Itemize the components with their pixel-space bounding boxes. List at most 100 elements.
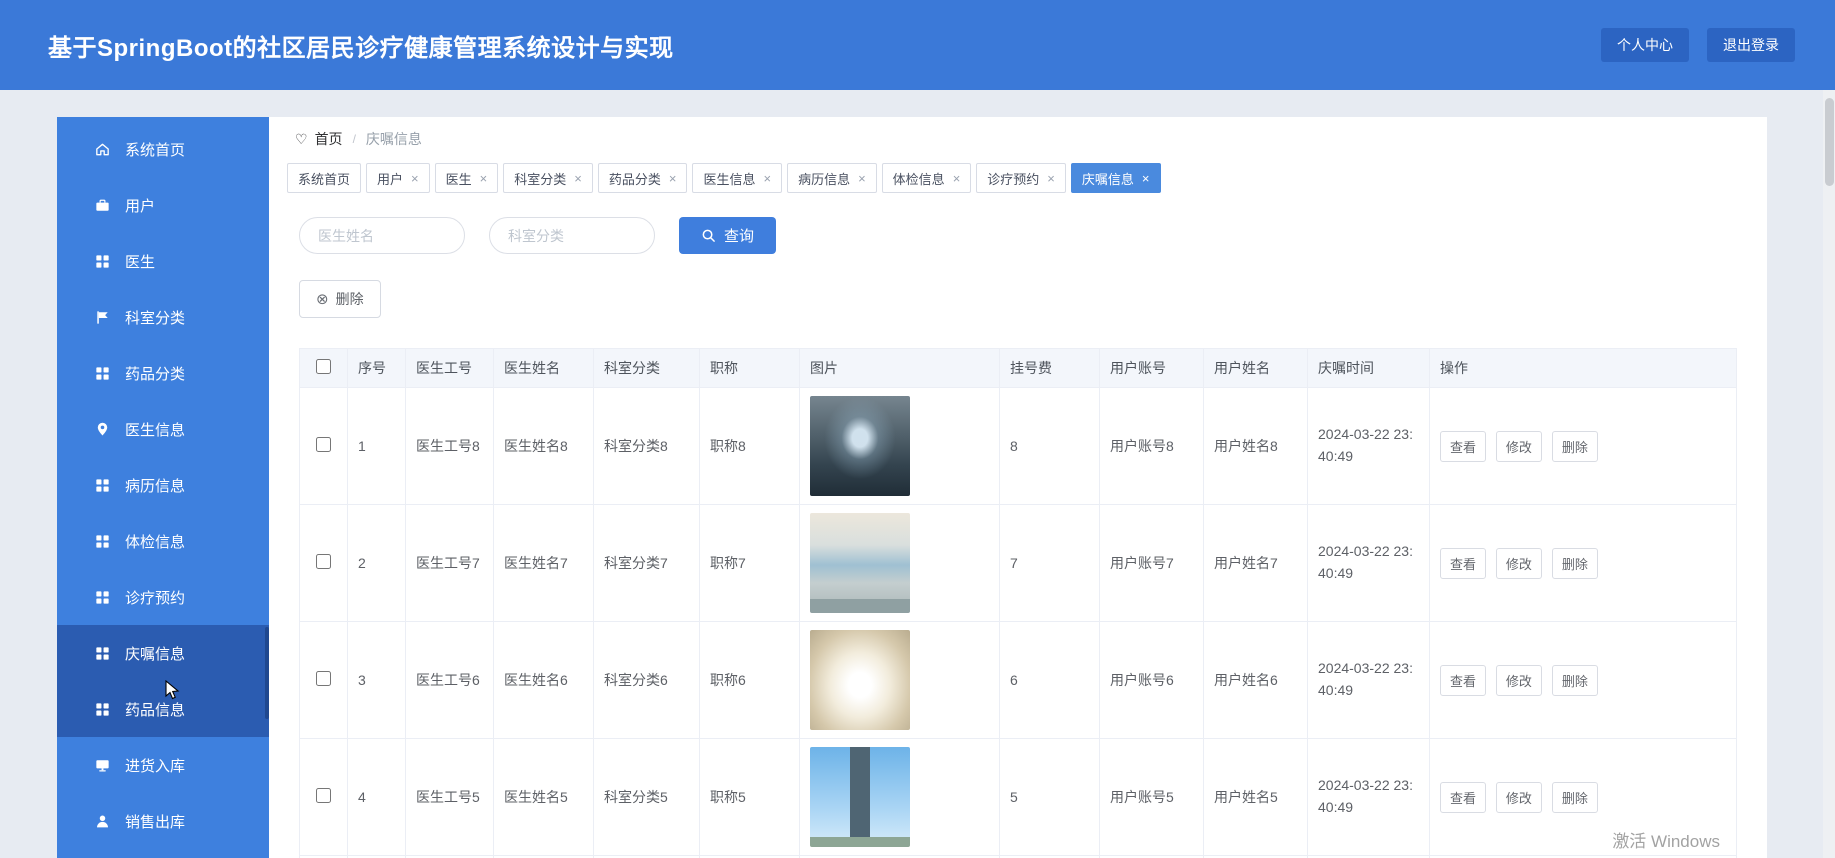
grid-icon <box>93 644 111 662</box>
doctor-photo <box>810 396 910 496</box>
cell-time: 2024-03-22 23:40:49 <box>1307 738 1430 856</box>
table-header-row: 序号 医生工号 医生姓名 科室分类 职称 图片 挂号费 用户账号 用户姓名 庆嘱… <box>299 348 1737 388</box>
tab-doctor-advice[interactable]: 庆嘱信息 × <box>1070 163 1161 193</box>
doctor-name-input[interactable] <box>299 217 465 254</box>
col-title: 职称 <box>699 348 800 388</box>
cell-no: 1 <box>347 387 406 505</box>
cell-dept: 科室分类8 <box>593 387 700 505</box>
sidebar-item-medical-records[interactable]: 病历信息 <box>57 457 269 513</box>
col-username: 用户姓名 <box>1203 348 1308 388</box>
batch-delete-button[interactable]: ⊗ 删除 <box>299 280 381 318</box>
edit-button[interactable]: 修改 <box>1495 430 1542 462</box>
select-all-cell <box>299 348 348 388</box>
view-button[interactable]: 查看 <box>1440 781 1487 813</box>
cell-username: 用户姓名8 <box>1203 387 1308 505</box>
close-icon[interactable]: × <box>669 171 677 186</box>
row-checkbox[interactable] <box>316 788 331 803</box>
tab-label: 医生 <box>445 171 472 187</box>
close-icon[interactable]: × <box>858 171 866 186</box>
view-button[interactable]: 查看 <box>1440 664 1487 696</box>
col-dept: 科室分类 <box>593 348 700 388</box>
cell-doctor: 医生姓名7 <box>493 504 594 622</box>
monitor-icon <box>93 756 111 774</box>
cell-time: 2024-03-22 23:40:49 <box>1307 621 1430 739</box>
close-icon[interactable]: × <box>1047 171 1055 186</box>
cell-account: 用户账号5 <box>1099 738 1204 856</box>
sidebar-item-users[interactable]: 用户 <box>57 177 269 233</box>
close-icon[interactable]: × <box>763 171 771 186</box>
page-scrollbar[interactable] <box>1823 90 1835 858</box>
col-no: 序号 <box>347 348 406 388</box>
person-icon <box>93 812 111 830</box>
close-icon[interactable]: × <box>411 171 419 186</box>
view-button[interactable]: 查看 <box>1440 547 1487 579</box>
tab-dept-category[interactable]: 科室分类 × <box>503 163 593 193</box>
sidebar-item-dept-category[interactable]: 科室分类 <box>57 289 269 345</box>
cell-account: 用户账号6 <box>1099 621 1204 739</box>
tab-checkup-info[interactable]: 体检信息 × <box>881 163 972 193</box>
page-scrollbar-thumb[interactable] <box>1825 98 1834 186</box>
cell-username: 用户姓名7 <box>1203 504 1308 622</box>
tab-users[interactable]: 用户 × <box>366 163 430 193</box>
close-icon[interactable]: × <box>1142 171 1150 186</box>
query-button[interactable]: 查询 <box>679 217 777 254</box>
view-button[interactable]: 查看 <box>1440 430 1487 462</box>
tab-doctor-info[interactable]: 医生信息 × <box>692 163 783 193</box>
circle-cross-icon: ⊗ <box>316 291 329 308</box>
sidebar-item-drug-category[interactable]: 药品分类 <box>57 345 269 401</box>
sidebar-item-doctor-info[interactable]: 医生信息 <box>57 401 269 457</box>
grid-icon <box>93 476 111 494</box>
sidebar-item-sales-outbound[interactable]: 销售出库 <box>57 793 269 849</box>
close-icon[interactable]: × <box>953 171 961 186</box>
table-row: 1 医生工号8 医生姓名8 科室分类8 职称8 8 用户账号8 用户姓名8 20… <box>299 387 1737 505</box>
data-table: 序号 医生工号 医生姓名 科室分类 职称 图片 挂号费 用户账号 用户姓名 庆嘱… <box>299 348 1737 858</box>
delete-button[interactable]: 删除 <box>1551 664 1598 696</box>
cell-username: 用户姓名6 <box>1203 621 1308 739</box>
close-icon[interactable]: × <box>574 171 582 186</box>
close-icon[interactable]: × <box>480 171 488 186</box>
delete-button[interactable]: 删除 <box>1551 781 1598 813</box>
search-icon <box>701 228 716 243</box>
doctor-photo <box>810 747 910 847</box>
tab-label: 体检信息 <box>892 171 945 187</box>
tab-home[interactable]: 系统首页 <box>287 163 362 193</box>
row-checkbox[interactable] <box>316 671 331 686</box>
sidebar-item-label: 用户 <box>125 197 156 215</box>
delete-button[interactable]: 删除 <box>1551 430 1598 462</box>
cell-dept: 科室分类5 <box>593 738 700 856</box>
sidebar-item-label: 庆嘱信息 <box>125 645 186 663</box>
cell-username: 用户姓名5 <box>1203 738 1308 856</box>
content-panel: ♡ 首页 / 庆嘱信息 系统首页 用户 × 医生 × 科室分类 × 药品分类 × 医生信… <box>269 117 1767 858</box>
sidebar-item-purchase-inbound[interactable]: 进货入库 <box>57 737 269 793</box>
sidebar-item-label: 体检信息 <box>125 533 186 551</box>
table-row: 3 医生工号6 医生姓名6 科室分类6 职称6 6 用户账号6 用户姓名6 20… <box>299 621 1737 739</box>
cell-actions: 查看 修改 删除 <box>1429 504 1737 622</box>
tab-drug-category[interactable]: 药品分类 × <box>597 163 688 193</box>
tab-doctors[interactable]: 医生 × <box>434 163 499 193</box>
edit-button[interactable]: 修改 <box>1495 664 1542 696</box>
cell-no: 3 <box>347 621 406 739</box>
sidebar-item-checkup-info[interactable]: 体检信息 <box>57 513 269 569</box>
cell-fee: 5 <box>999 738 1100 856</box>
edit-button[interactable]: 修改 <box>1495 547 1542 579</box>
cell-check <box>299 504 348 622</box>
row-checkbox[interactable] <box>316 554 331 569</box>
delete-button[interactable]: 删除 <box>1551 547 1598 579</box>
sidebar-item-doctor-advice[interactable]: 庆嘱信息 <box>57 625 269 681</box>
tab-medical-records[interactable]: 病历信息 × <box>787 163 877 193</box>
logout-button[interactable]: 退出登录 <box>1707 28 1795 62</box>
breadcrumb-home[interactable]: 首页 <box>315 129 343 149</box>
edit-button[interactable]: 修改 <box>1495 781 1542 813</box>
select-all-checkbox[interactable] <box>316 359 331 374</box>
sidebar-item-home[interactable]: 系统首页 <box>57 121 269 177</box>
sidebar-item-appointments[interactable]: 诊疗预约 <box>57 569 269 625</box>
sidebar-item-drug-info[interactable]: 药品信息 <box>57 681 269 737</box>
dept-category-input[interactable] <box>489 217 655 254</box>
sidebar-item-doctors[interactable]: 医生 <box>57 233 269 289</box>
col-fee: 挂号费 <box>999 348 1100 388</box>
tab-appointments[interactable]: 诊疗预约 × <box>976 163 1066 193</box>
row-checkbox[interactable] <box>316 437 331 452</box>
cell-doctor: 医生姓名8 <box>493 387 594 505</box>
windows-activation-watermark: 激活 Windows <box>1612 832 1720 851</box>
profile-button[interactable]: 个人中心 <box>1601 28 1689 62</box>
